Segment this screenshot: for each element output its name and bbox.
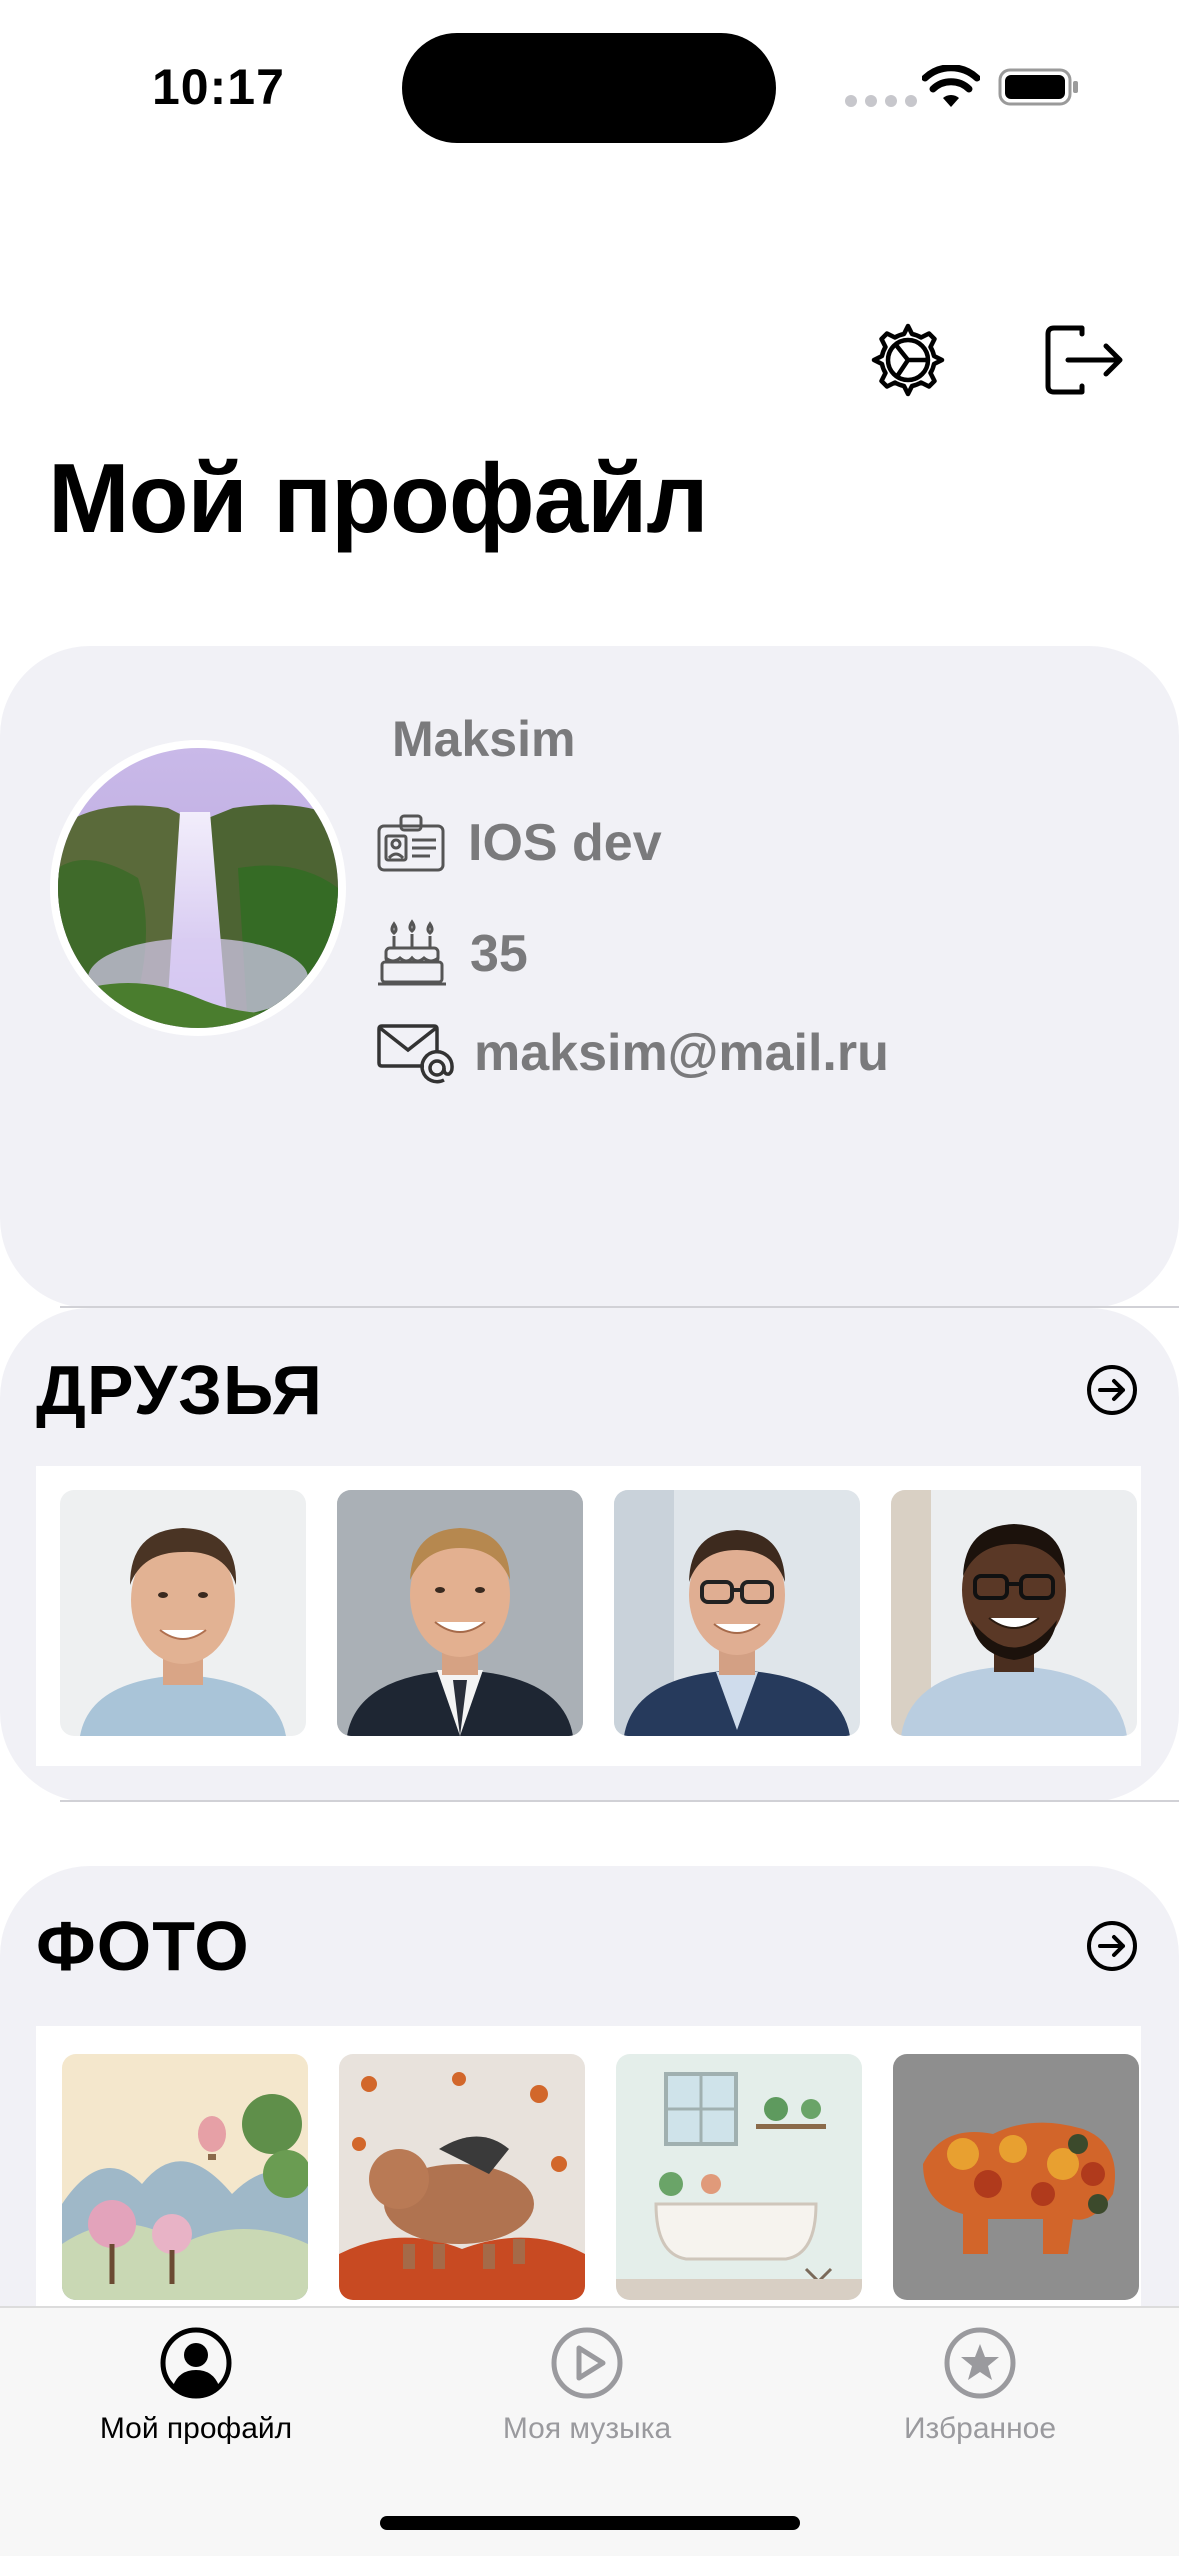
id-card-icon: [377, 814, 445, 872]
person-circle-icon: [160, 2327, 232, 2399]
home-indicator[interactable]: [380, 2516, 800, 2530]
tab-my-music[interactable]: Моя музыка: [437, 2326, 737, 2446]
page-title: Мой профайл: [48, 443, 709, 553]
dynamic-island: [402, 33, 776, 143]
logout-icon[interactable]: [1042, 320, 1126, 400]
profile-email: maksim@mail.ru: [474, 1024, 889, 1082]
photo-thumb[interactable]: [62, 2054, 308, 2300]
tab-favorites[interactable]: Избранное: [830, 2326, 1130, 2446]
photos-title: ФОТО: [36, 1907, 250, 1985]
profile-age-row: 35: [376, 918, 528, 990]
profile-job: IOS dev: [468, 814, 662, 872]
photo-thumb[interactable]: [893, 2054, 1139, 2300]
mail-icon: [377, 1024, 454, 1084]
battery-icon: [998, 68, 1078, 106]
friend-photo[interactable]: [614, 1490, 860, 1736]
waterfall-image: [58, 748, 338, 1028]
status-time: 10:17: [152, 59, 285, 115]
tab-my-profile[interactable]: Мой профайл: [46, 2326, 346, 2446]
profile-avatar[interactable]: [50, 740, 346, 1036]
photo-thumb[interactable]: [616, 2054, 862, 2300]
tab-my-music-label: Моя музыка: [502, 2412, 672, 2445]
friends-section: ДРУЗЬЯ: [0, 1308, 1179, 1802]
play-circle-icon: [551, 2327, 623, 2399]
profile-name: Maksim: [392, 711, 576, 767]
profile-email-row: maksim@mail.ru: [376, 1022, 889, 1084]
friend-photo[interactable]: [60, 1490, 306, 1736]
photos-arrow-right-icon[interactable]: [1086, 1920, 1138, 1972]
friend-photo[interactable]: [337, 1490, 583, 1736]
profile-job-row: IOS dev: [376, 812, 662, 874]
friends-title: ДРУЗЬЯ: [36, 1351, 323, 1429]
settings-gear-icon[interactable]: [868, 320, 948, 400]
photo-thumb[interactable]: [339, 2054, 585, 2300]
star-circle-icon: [944, 2327, 1016, 2399]
friends-strip: [36, 1466, 1141, 1766]
friends-arrow-right-icon[interactable]: [1086, 1364, 1138, 1416]
tab-favorites-label: Избранное: [903, 2412, 1057, 2445]
friend-photo[interactable]: [891, 1490, 1137, 1736]
cellular-signal-icon: [845, 95, 917, 107]
birthday-cake-icon: [378, 919, 446, 986]
divider: [60, 1800, 1179, 1802]
tab-my-profile-label: Мой профайл: [99, 2412, 293, 2445]
wifi-icon: [922, 65, 980, 107]
profile-age: 35: [470, 925, 528, 983]
